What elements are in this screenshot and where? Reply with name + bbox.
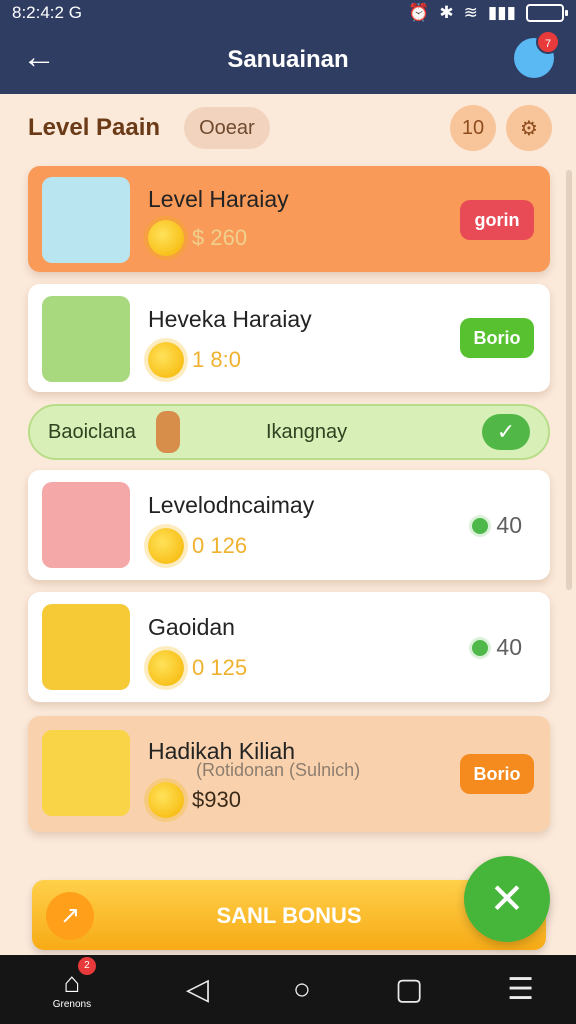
close-fab[interactable]: ✕ [464, 856, 550, 942]
kids-thumbnail [42, 177, 130, 263]
section-header: Level Paain Ooear 10 ⚙ [28, 104, 552, 152]
card-subtitle: (Rotidonan (Sulnich) [196, 760, 361, 780]
card-stat-value: 40 [496, 634, 522, 660]
wifi-icon: ≋ [463, 3, 478, 22]
card-stat-value: 40 [496, 512, 522, 538]
green-dot-icon [472, 639, 489, 656]
card-title: Heveka Haraiay [148, 306, 312, 332]
card-amount: 1 8:0 [192, 347, 241, 372]
status-time: 8:2:4:2 G [12, 3, 82, 22]
back-arrow-icon[interactable]: ← [22, 38, 62, 78]
card-gaoidan[interactable]: Gaoidan 0 125 40 [28, 592, 550, 702]
battery-icon [526, 4, 568, 22]
card-stat: 40 [472, 512, 522, 539]
card-reward: $930 [148, 782, 241, 818]
status-bar: 8:2:4:2 G ⏰ ✱ ≋ ▮▮▮ [0, 0, 576, 26]
green-dot-icon [472, 517, 489, 534]
card-amount: 0 126 [192, 533, 248, 558]
avatar[interactable]: 7 [514, 30, 560, 78]
page-title: Sanuainan [227, 46, 349, 73]
chest-thumbnail [42, 730, 130, 816]
home-badge: 2 [77, 957, 96, 975]
status-banner: Baoiclana Ikangnay ✓ [28, 404, 550, 460]
check-icon[interactable]: ✓ [482, 414, 530, 450]
header-actions: 10 ⚙ [450, 105, 552, 151]
card-level-haraiay[interactable]: Level Haraiay $ 260 gorin [28, 166, 550, 272]
home-nav-icon[interactable]: ○ [293, 973, 311, 1007]
card-stat: 40 [472, 634, 522, 661]
home-icon: ⌂ [63, 967, 81, 998]
count-button[interactable]: 10 [450, 105, 496, 151]
gift-thumbnail [42, 604, 130, 690]
star-icon [148, 220, 184, 256]
card-action-button[interactable]: Borio [460, 754, 534, 794]
bottom-navigation: ⌂ 2 Grenons ◁ ○ ▢ ☰ [0, 955, 576, 1024]
back-nav-icon[interactable]: ◁ [186, 972, 209, 1007]
sun-icon [148, 528, 184, 564]
card-action-button[interactable]: gorin [460, 200, 534, 240]
settings-icon[interactable]: ⚙ [506, 105, 552, 151]
card-reward: 0 126 [148, 528, 247, 564]
boy-thumbnail [42, 482, 130, 568]
signal-icon: ▮▮▮ [487, 3, 516, 22]
banner-left-label: Baoiclana [48, 420, 136, 443]
avatar-badge: 7 [536, 30, 560, 54]
card-title: Levelodncaimay [148, 492, 315, 518]
nav-home[interactable]: ⌂ 2 Grenons [42, 957, 102, 1010]
section-title: Level Paain [28, 114, 161, 141]
filter-pill[interactable]: Ooear [184, 107, 270, 149]
card-action-button[interactable]: Borio [460, 318, 534, 358]
scrollbar[interactable] [566, 170, 572, 590]
crown-icon [148, 342, 184, 378]
card-heveka-haraiay[interactable]: Heveka Haraiay 1 8:0 Borio [28, 284, 550, 392]
menu-nav-icon[interactable]: ☰ [507, 972, 534, 1007]
treasure-thumbnail [42, 296, 130, 382]
bluetooth-icon: ✱ [439, 3, 454, 22]
card-amount: $930 [192, 787, 241, 812]
recents-nav-icon[interactable]: ▢ [395, 972, 423, 1007]
banner-middle-label: Ikangnay [266, 420, 348, 443]
card-amount: 0 125 [192, 655, 248, 680]
home-label: Grenons [52, 999, 92, 1010]
card-reward: $ 260 [148, 220, 247, 256]
character-icon [156, 411, 180, 453]
status-icons: ⏰ ✱ ≋ ▮▮▮ [408, 3, 568, 23]
card-hadikah-kiliah[interactable]: Hadikah Kiliah (Rotidonan (Sulnich) $930… [28, 716, 550, 832]
sun-icon [148, 782, 184, 818]
card-reward: 0 125 [148, 650, 247, 686]
alarm-icon: ⏰ [408, 3, 430, 22]
app-bar: ← Sanuainan 7 [0, 26, 576, 94]
card-title: Level Haraiay [148, 186, 289, 212]
card-title: Gaoidan [148, 614, 235, 640]
card-amount: $ 260 [192, 225, 248, 250]
card-reward: 1 8:0 [148, 342, 241, 378]
card-levelodncaimay[interactable]: Levelodncaimay 0 126 40 [28, 470, 550, 580]
gem-icon [148, 650, 184, 686]
